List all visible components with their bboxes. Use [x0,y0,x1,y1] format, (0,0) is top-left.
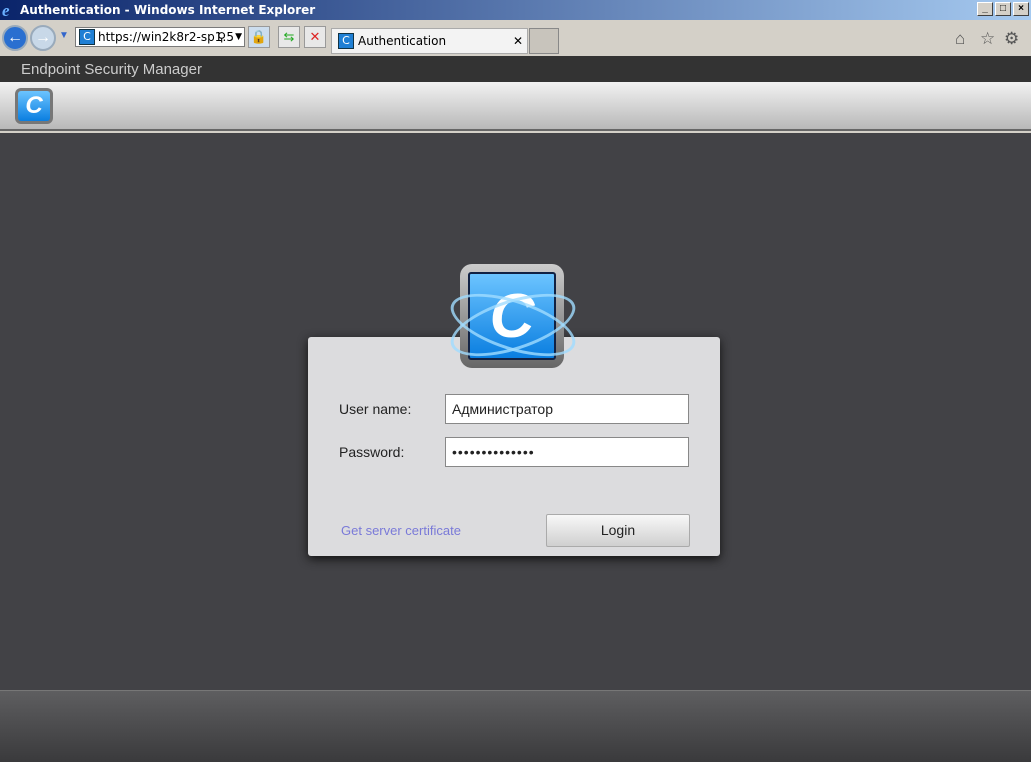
gear-icon[interactable]: ⚙ [1004,29,1019,49]
app-toolbar: C [0,82,1031,131]
home-icon[interactable]: ⌂ [955,29,965,49]
maximize-button[interactable]: □ [995,2,1011,16]
new-tab-button[interactable] [529,28,559,54]
login-button[interactable]: Login [546,514,690,547]
back-button[interactable]: ← [2,25,28,51]
address-dropdown-icon[interactable]: ▼ [235,32,242,42]
tab-label: Authentication [358,34,447,48]
username-input[interactable]: Администратор [445,394,689,424]
app-logo-icon[interactable]: C [15,88,53,124]
window-title: Authentication - Windows Internet Explor… [20,3,316,17]
username-label: User name: [339,401,412,417]
lock-icon[interactable]: 🔒 [248,26,270,48]
refresh-button[interactable]: ⇆ [278,26,300,48]
stop-button[interactable]: ✕ [304,26,326,48]
close-button[interactable]: × [1013,2,1029,16]
favorites-star-icon[interactable]: ☆ [980,29,995,49]
footer [0,690,1031,762]
history-dropdown-icon[interactable]: ▼ [59,30,69,41]
tab-close-icon[interactable]: ✕ [513,34,523,48]
password-input[interactable]: •••••••••••••• [445,437,689,467]
tab-favicon-icon: C [338,33,354,49]
address-bar[interactable]: Chttps://win2k8r2-sp1:5 ⚲ ▼ [75,27,245,47]
password-label: Password: [339,444,405,460]
site-favicon-icon: C [79,29,95,45]
search-icon[interactable]: ⚲ [217,30,226,44]
forward-button[interactable]: → [30,25,56,51]
url-text: https://win2k8r2-sp1:5 [98,30,235,44]
tab-authentication[interactable]: C Authentication ✕ [331,28,528,54]
get-server-certificate-link[interactable]: Get server certificate [341,523,461,538]
browser-navbar: ← → ▼ Chttps://win2k8r2-sp1:5 ⚲ ▼ 🔒 ⇆ ✕ CA… [0,20,1031,56]
ie-logo-icon: e [2,1,10,20]
app-header: Endpoint Security Manager [0,56,1031,82]
minimize-button[interactable]: _ [977,2,993,16]
window-titlebar: e Authentication - Windows Internet Expl… [0,0,1031,20]
